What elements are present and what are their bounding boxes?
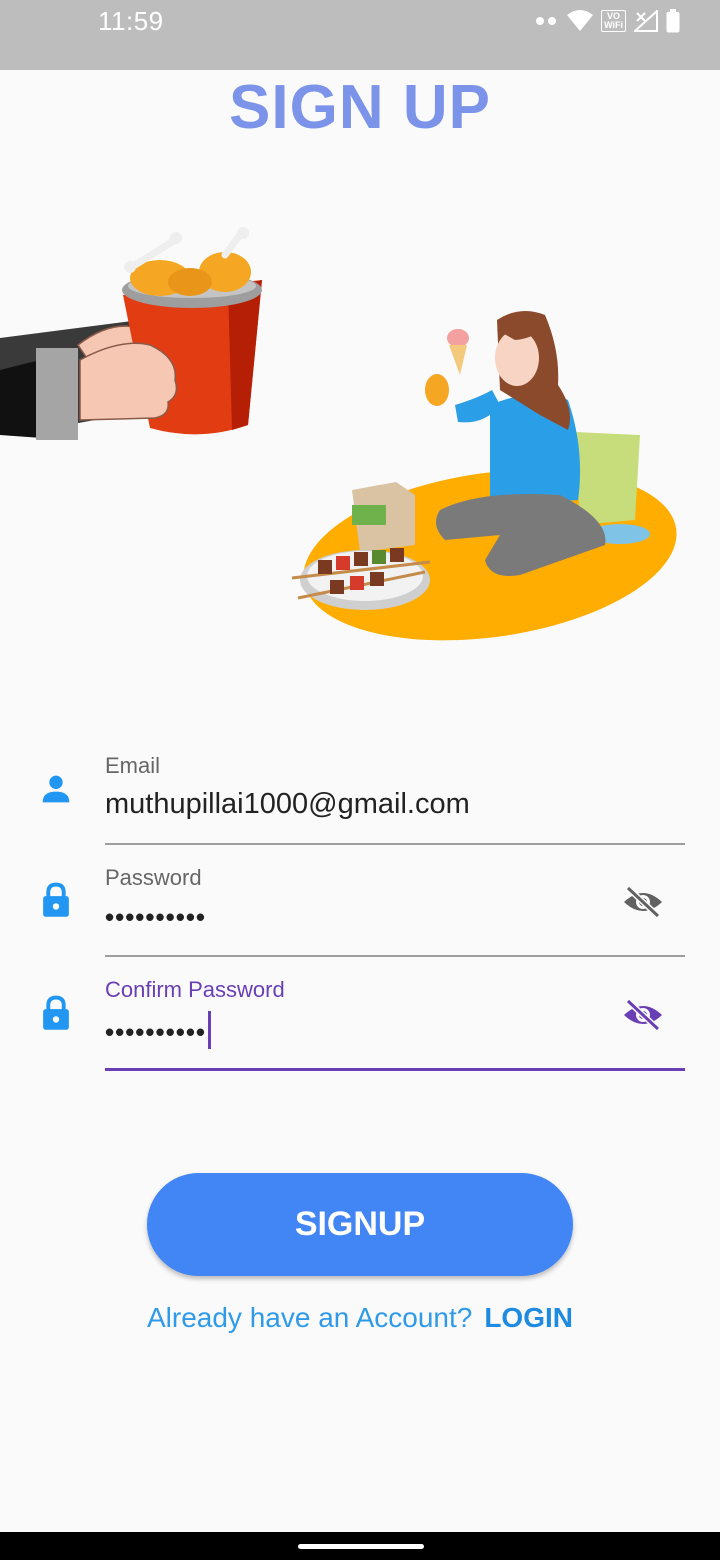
confirm-password-input[interactable]: •••••••••• xyxy=(105,1011,212,1053)
text-cursor xyxy=(208,1011,212,1049)
eye-off-icon[interactable] xyxy=(622,884,664,920)
status-time: 11:59 xyxy=(98,6,164,36)
lock-icon xyxy=(43,995,69,1030)
status-icons: VO WiFi xyxy=(535,8,680,34)
eye-off-icon[interactable] xyxy=(622,997,664,1033)
confirm-password-value: •••••••••• xyxy=(105,1016,207,1047)
password-underline xyxy=(105,955,685,957)
confirm-password-label: Confirm Password xyxy=(105,977,285,1002)
vowifi-bottom-label: WiFi xyxy=(604,20,623,30)
login-question: Already have an Account? xyxy=(146,1302,473,1333)
email-label: Email xyxy=(105,753,161,778)
login-prompt: Already have an Account? LOGIN xyxy=(0,1302,720,1334)
navigation-bar xyxy=(0,1532,720,1560)
status-bar: 11:59 VO WiFi xyxy=(0,0,720,70)
person-icon xyxy=(42,775,70,803)
login-link[interactable]: LOGIN xyxy=(484,1302,573,1333)
signup-button[interactable]: SIGNUP xyxy=(147,1173,573,1276)
password-input[interactable]: •••••••••• xyxy=(105,902,206,933)
vowifi-icon: VO WiFi xyxy=(601,10,626,32)
password-field[interactable]: Password •••••••••• xyxy=(0,862,720,958)
signal-icon xyxy=(634,10,658,32)
email-underline xyxy=(105,843,685,845)
confirm-password-field[interactable]: Confirm Password •••••••••• xyxy=(0,975,720,1071)
notification-dots-icon xyxy=(536,17,557,25)
email-field[interactable]: Email muthupillai1000@gmail.com xyxy=(0,750,720,846)
email-input[interactable]: muthupillai1000@gmail.com xyxy=(105,788,470,821)
food-delivery-illustration xyxy=(0,227,677,641)
page-title: SIGN UP xyxy=(229,73,491,142)
battery-icon xyxy=(666,9,680,33)
password-label: Password xyxy=(105,865,202,890)
wifi-icon xyxy=(567,10,594,31)
home-gesture-handle[interactable] xyxy=(298,1544,424,1549)
confirm-password-underline xyxy=(105,1068,685,1071)
lock-icon xyxy=(43,882,69,917)
